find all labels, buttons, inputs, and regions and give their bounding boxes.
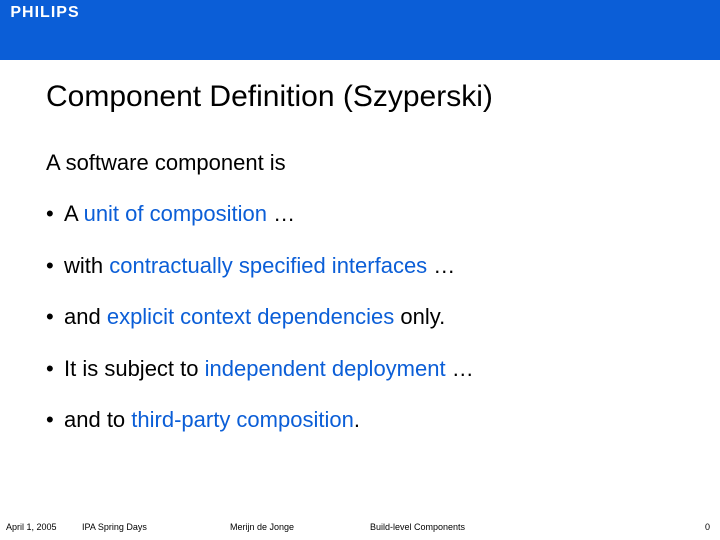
bullet-post: only. bbox=[394, 304, 445, 329]
header-banner: PHILIPS bbox=[0, 0, 720, 60]
bullet-post: … bbox=[427, 253, 455, 278]
bullet-pre: It is subject to bbox=[64, 356, 205, 381]
slide: PHILIPS Component Definition (Szyperski)… bbox=[0, 0, 720, 540]
footer-topic: Build-level Components bbox=[370, 522, 465, 532]
brand-logo-text: PHILIPS bbox=[10, 4, 79, 22]
bullet-post: . bbox=[354, 407, 360, 432]
bullet-pre: A bbox=[64, 201, 84, 226]
bullet-post: … bbox=[446, 356, 474, 381]
brand-logo: PHILIPS bbox=[0, 3, 90, 23]
footer-event: IPA Spring Days bbox=[82, 522, 147, 532]
bullet-pre: and to bbox=[64, 407, 131, 432]
bullet-item: •and explicit context dependencies only. bbox=[46, 303, 666, 331]
bullet-item: •A unit of composition … bbox=[46, 200, 666, 228]
bullet-highlight: explicit context dependencies bbox=[107, 304, 394, 329]
bullet-item: •and to third-party composition. bbox=[46, 406, 666, 434]
bullet-highlight: third-party composition bbox=[131, 407, 354, 432]
bullet-post: … bbox=[267, 201, 295, 226]
footer-page: 0 bbox=[705, 522, 710, 532]
bullet-marker-icon: • bbox=[46, 406, 64, 434]
bullet-highlight: contractually specified interfaces bbox=[109, 253, 427, 278]
footer-author: Merijn de Jonge bbox=[230, 522, 294, 532]
footer-date: April 1, 2005 bbox=[6, 522, 57, 532]
bullet-pre: and bbox=[64, 304, 107, 329]
bullet-highlight: unit of composition bbox=[84, 201, 267, 226]
bullet-marker-icon: • bbox=[46, 355, 64, 383]
bullet-item: •It is subject to independent deployment… bbox=[46, 355, 666, 383]
bullet-marker-icon: • bbox=[46, 303, 64, 331]
bullet-pre: with bbox=[64, 253, 109, 278]
slide-content: A software component is •A unit of compo… bbox=[46, 150, 666, 458]
bullet-marker-icon: • bbox=[46, 200, 64, 228]
bullet-marker-icon: • bbox=[46, 252, 64, 280]
intro-text: A software component is bbox=[46, 150, 666, 176]
bullet-highlight: independent deployment bbox=[205, 356, 446, 381]
slide-title: Component Definition (Szyperski) bbox=[46, 80, 493, 114]
bullet-item: •with contractually specified interfaces… bbox=[46, 252, 666, 280]
